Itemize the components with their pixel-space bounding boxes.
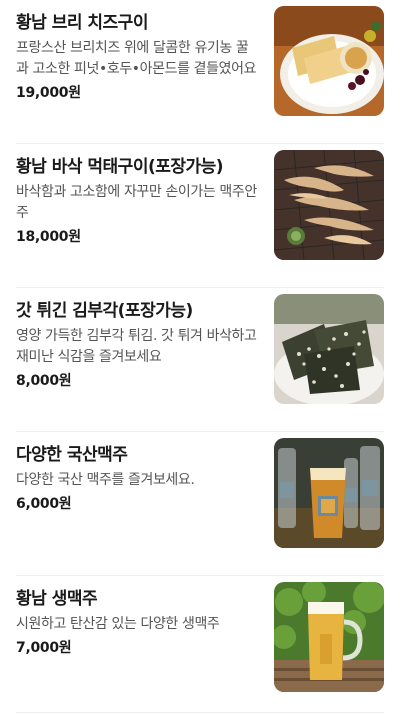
menu-item-text: 다양한 국산맥주 다양한 국산 맥주를 즐겨보세요. 6,000원 [16, 438, 260, 514]
menu-item-name: 다양한 국산맥주 [16, 445, 128, 465]
seaweed-chips-photo[interactable] [274, 294, 384, 404]
menu-list: 황남 브리 치즈구이 프랑스산 브리치즈 위에 달콤한 유기농 꿀과 고소한 피… [0, 0, 400, 713]
menu-item-description: 프랑스산 브리치즈 위에 달콤한 유기농 꿀과 고소한 피넛•호두•아몬드를 곁… [16, 40, 257, 77]
menu-item-description: 다양한 국산 맥주를 즐겨보세요. [16, 472, 195, 488]
menu-item-price: 7,000원 [16, 640, 72, 656]
menu-item-description: 바삭함과 고소함에 자꾸만 손이가는 맥주안주 [16, 184, 257, 221]
draft-beer-mug-image [274, 582, 384, 692]
menu-item-price: 19,000원 [16, 85, 81, 101]
menu-item-description: 영양 가득한 김부각 튀김. 갓 튀겨 바삭하고 재미난 식감을 즐겨보세요 [16, 328, 257, 365]
dried-pollack-photo[interactable] [274, 150, 384, 260]
brie-cheese-plate-image [274, 6, 384, 116]
menu-item-price: 18,000원 [16, 229, 81, 245]
menu-item-name: 황남 브리 치즈구이 [16, 13, 148, 33]
menu-item-text: 황남 브리 치즈구이 프랑스산 브리치즈 위에 달콤한 유기농 꿀과 고소한 피… [16, 6, 260, 103]
dried-pollack-image [274, 150, 384, 260]
menu-item-price: 6,000원 [16, 496, 72, 512]
menu-item-text: 황남 바삭 먹태구이(포장가능) 바삭함과 고소함에 자꾸만 손이가는 맥주안주… [16, 150, 260, 247]
menu-item-name: 황남 생맥주 [16, 589, 98, 609]
menu-item-name: 갓 튀긴 김부각(포장가능) [16, 301, 193, 321]
menu-item-seaweed-chips[interactable]: 갓 튀긴 김부각(포장가능) 영양 가득한 김부각 튀김. 갓 튀겨 바삭하고 … [16, 288, 384, 432]
menu-item-name: 황남 바삭 먹태구이(포장가능) [16, 157, 224, 177]
menu-item-description: 시원하고 탄산감 있는 다양한 생맥주 [16, 616, 220, 632]
menu-item-brie-cheese[interactable]: 황남 브리 치즈구이 프랑스산 브리치즈 위에 달콤한 유기농 꿀과 고소한 피… [16, 0, 384, 144]
seaweed-chips-image [274, 294, 384, 404]
craft-beer-bottles-image [274, 438, 384, 548]
draft-beer-mug-photo[interactable] [274, 582, 384, 692]
menu-item-text: 황남 생맥주 시원하고 탄산감 있는 다양한 생맥주 7,000원 [16, 582, 260, 658]
brie-cheese-plate-photo[interactable] [274, 6, 384, 116]
menu-item-draft-beer[interactable]: 황남 생맥주 시원하고 탄산감 있는 다양한 생맥주 7,000원 [16, 576, 384, 713]
menu-item-dried-pollack[interactable]: 황남 바삭 먹태구이(포장가능) 바삭함과 고소함에 자꾸만 손이가는 맥주안주… [16, 144, 384, 288]
craft-beer-bottles-photo[interactable] [274, 438, 384, 548]
menu-item-korean-craft-beer[interactable]: 다양한 국산맥주 다양한 국산 맥주를 즐겨보세요. 6,000원 [16, 432, 384, 576]
menu-item-price: 8,000원 [16, 373, 72, 389]
menu-item-text: 갓 튀긴 김부각(포장가능) 영양 가득한 김부각 튀김. 갓 튀겨 바삭하고 … [16, 294, 260, 391]
